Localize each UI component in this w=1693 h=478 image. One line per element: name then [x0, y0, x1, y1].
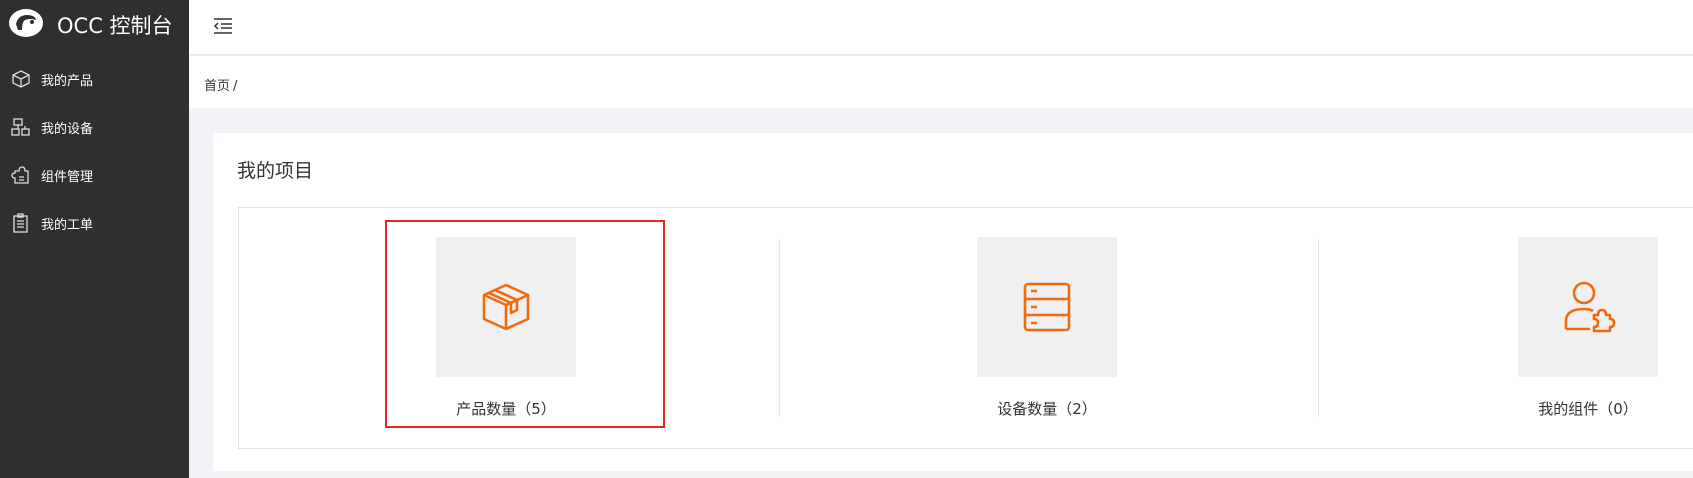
devices-icon — [11, 118, 30, 136]
panel-title: 我的项目 — [237, 160, 314, 182]
cube-icon — [12, 70, 30, 88]
logo-icon — [9, 9, 43, 37]
server-icon — [1023, 282, 1071, 332]
puzzle-icon — [11, 166, 29, 184]
card-divider — [1318, 239, 1319, 417]
card-divider — [779, 239, 780, 417]
sidebar-item-products[interactable]: 我的产品 — [0, 59, 189, 99]
component-count-label: 我的组件（0） — [1538, 400, 1638, 418]
sidebar-item-label: 我的工单 — [41, 218, 94, 233]
breadcrumb-home[interactable]: 首页 — [204, 79, 230, 94]
top-bar — [189, 0, 1693, 54]
user-puzzle-icon — [1564, 281, 1616, 333]
device-count-tile[interactable] — [977, 237, 1117, 377]
sidebar-item-label: 我的产品 — [41, 74, 94, 89]
breadcrumb-separator: / — [233, 79, 238, 94]
sidebar-item-label: 组件管理 — [41, 170, 94, 185]
sidebar-item-devices[interactable]: 我的设备 — [0, 107, 189, 147]
selection-highlight — [385, 220, 665, 428]
sidebar-item-components[interactable]: 组件管理 — [0, 155, 189, 195]
menu-collapse-icon[interactable] — [212, 16, 234, 36]
breadcrumb: 首页 / — [204, 75, 237, 94]
app-title: OCC 控制台 — [57, 14, 173, 38]
logo-row[interactable]: OCC 控制台 — [0, 0, 189, 48]
component-count-tile[interactable] — [1518, 237, 1658, 377]
clipboard-icon — [13, 213, 28, 233]
device-count-label: 设备数量（2） — [997, 400, 1097, 418]
sidebar: OCC 控制台 我的产品 我的设备 组件管理 我的工单 — [0, 0, 189, 478]
sidebar-item-label: 我的设备 — [41, 122, 94, 137]
breadcrumb-bar: 首页 / — [189, 56, 1693, 108]
sidebar-item-tickets[interactable]: 我的工单 — [0, 203, 189, 243]
